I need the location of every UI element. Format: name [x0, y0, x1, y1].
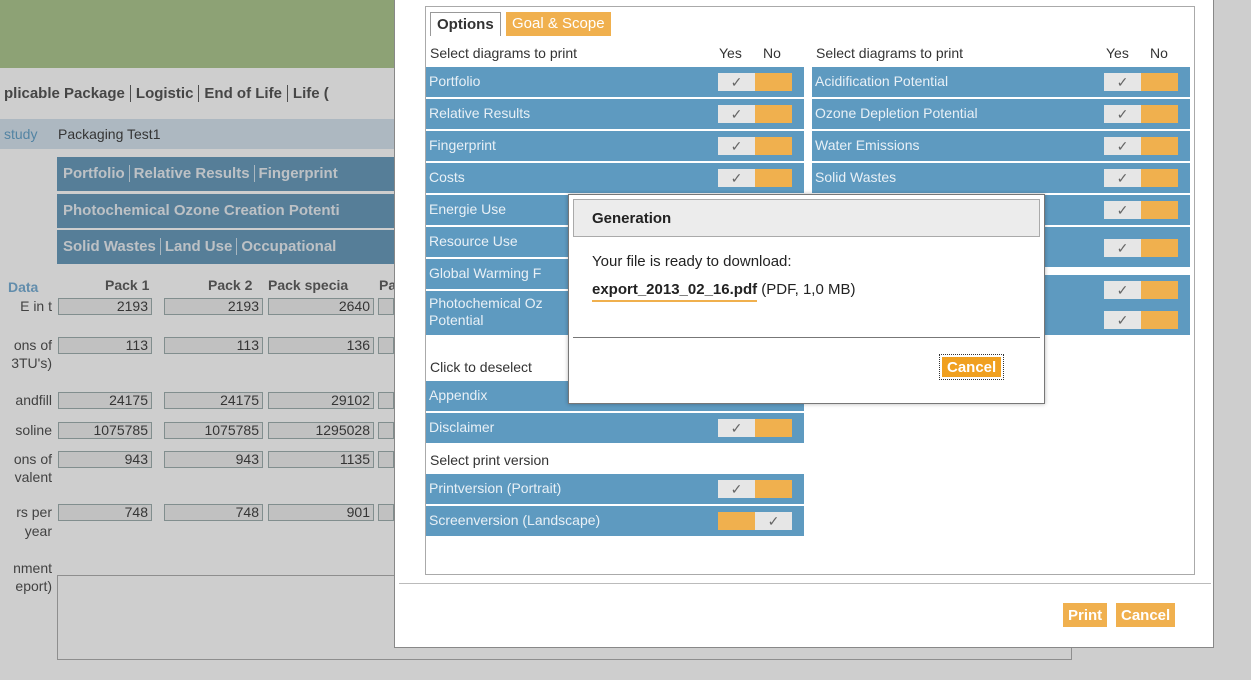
panel-divider: [399, 583, 1211, 584]
option-row-fingerprint[interactable]: Fingerprint ✓: [426, 131, 804, 161]
check-icon[interactable]: ✓: [1104, 281, 1141, 299]
option-row-disclaimer[interactable]: Disclaimer ✓: [426, 413, 804, 443]
yes-no-toggle[interactable]: ✓: [1104, 105, 1178, 123]
yes-no-toggle[interactable]: ✓: [718, 105, 792, 123]
options-tabstrip: Options Goal & Scope: [425, 6, 1195, 36]
print-version-title: Select print version: [430, 452, 550, 468]
option-row-screenversion[interactable]: Screenversion (Landscape) ✓: [426, 506, 804, 536]
no-toggle[interactable]: [755, 137, 792, 155]
yes-no-toggle[interactable]: ✓: [718, 137, 792, 155]
yes-no-toggle[interactable]: ✓: [1104, 169, 1178, 187]
yes-no-toggle[interactable]: ✓: [718, 169, 792, 187]
no-toggle[interactable]: [1141, 169, 1178, 187]
yes-no-toggle[interactable]: ✓: [1104, 239, 1178, 257]
no-toggle[interactable]: [1141, 281, 1178, 299]
check-icon[interactable]: ✓: [1104, 201, 1141, 219]
option-row-water-emissions[interactable]: Water Emissions ✓: [812, 131, 1190, 161]
yes-header: Yes: [719, 45, 742, 61]
tab-goal-scope[interactable]: Goal & Scope: [506, 12, 611, 36]
modal-cancel-button[interactable]: Cancel: [938, 354, 1005, 380]
file-info: (PDF, 1,0 MB): [761, 281, 856, 298]
no-toggle[interactable]: [1141, 311, 1178, 329]
check-icon[interactable]: ✓: [1104, 105, 1141, 123]
download-file: export_2013_02_16.pdf (PDF, 1,0 MB): [592, 281, 856, 302]
yes-no-toggle[interactable]: ✓: [718, 73, 792, 91]
check-icon[interactable]: ✓: [718, 105, 755, 123]
check-icon[interactable]: ✓: [718, 169, 755, 187]
no-toggle[interactable]: [755, 73, 792, 91]
yes-no-toggle[interactable]: ✓: [718, 480, 792, 498]
yes-no-toggle[interactable]: ✓: [718, 419, 792, 437]
no-toggle[interactable]: [755, 419, 792, 437]
yes-no-toggle[interactable]: ✓: [1104, 137, 1178, 155]
download-link[interactable]: export_2013_02_16.pdf: [592, 281, 758, 302]
no-toggle[interactable]: [755, 169, 792, 187]
check-icon[interactable]: ✓: [1104, 311, 1141, 329]
no-toggle[interactable]: [1141, 239, 1178, 257]
right-section-title: Select diagrams to print: [816, 45, 964, 61]
left-section-title: Select diagrams to print: [430, 45, 578, 61]
no-toggle[interactable]: [1141, 105, 1178, 123]
yes-no-toggle[interactable]: ✓: [1104, 201, 1178, 219]
no-header: No: [763, 45, 781, 61]
generation-modal: Generation Your file is ready to downloa…: [568, 194, 1045, 404]
print-button[interactable]: Print: [1063, 603, 1108, 627]
yes-no-toggle[interactable]: ✓: [718, 512, 792, 530]
modal-message: Your file is ready to download:: [592, 253, 792, 270]
check-icon[interactable]: ✓: [718, 419, 755, 437]
modal-divider: [573, 337, 1040, 338]
cancel-button[interactable]: Cancel: [1116, 603, 1176, 627]
yes-toggle[interactable]: [718, 512, 755, 530]
modal-header: Generation: [573, 199, 1040, 237]
option-row-ozone-depletion[interactable]: Ozone Depletion Potential ✓: [812, 99, 1190, 129]
no-toggle[interactable]: [755, 105, 792, 123]
yes-header: Yes: [1106, 45, 1129, 61]
option-row-acidification[interactable]: Acidification Potential ✓: [812, 67, 1190, 97]
modal-title: Generation: [592, 210, 672, 227]
yes-no-toggle[interactable]: ✓: [1104, 311, 1178, 329]
option-row-relative-results[interactable]: Relative Results ✓: [426, 99, 804, 129]
tab-options[interactable]: Options: [430, 12, 501, 36]
no-toggle[interactable]: [1141, 137, 1178, 155]
no-toggle[interactable]: [1141, 201, 1178, 219]
option-row-portfolio[interactable]: Portfolio ✓: [426, 67, 804, 97]
no-header: No: [1150, 45, 1168, 61]
no-toggle[interactable]: [1141, 73, 1178, 91]
check-icon[interactable]: ✓: [1104, 137, 1141, 155]
option-row-printversion[interactable]: Printversion (Portrait) ✓: [426, 474, 804, 504]
yes-no-toggle[interactable]: ✓: [1104, 281, 1178, 299]
check-icon[interactable]: ✓: [718, 73, 755, 91]
option-row-costs[interactable]: Costs ✓: [426, 163, 804, 193]
check-icon[interactable]: ✓: [755, 512, 792, 530]
check-icon[interactable]: ✓: [1104, 239, 1141, 257]
check-icon[interactable]: ✓: [1104, 73, 1141, 91]
check-icon[interactable]: ✓: [718, 480, 755, 498]
check-icon[interactable]: ✓: [1104, 169, 1141, 187]
yes-no-toggle[interactable]: ✓: [1104, 73, 1178, 91]
deselect-title: Click to deselect: [430, 359, 532, 375]
no-toggle[interactable]: [755, 480, 792, 498]
option-row-solid-wastes[interactable]: Solid Wastes ✓: [812, 163, 1190, 193]
check-icon[interactable]: ✓: [718, 137, 755, 155]
